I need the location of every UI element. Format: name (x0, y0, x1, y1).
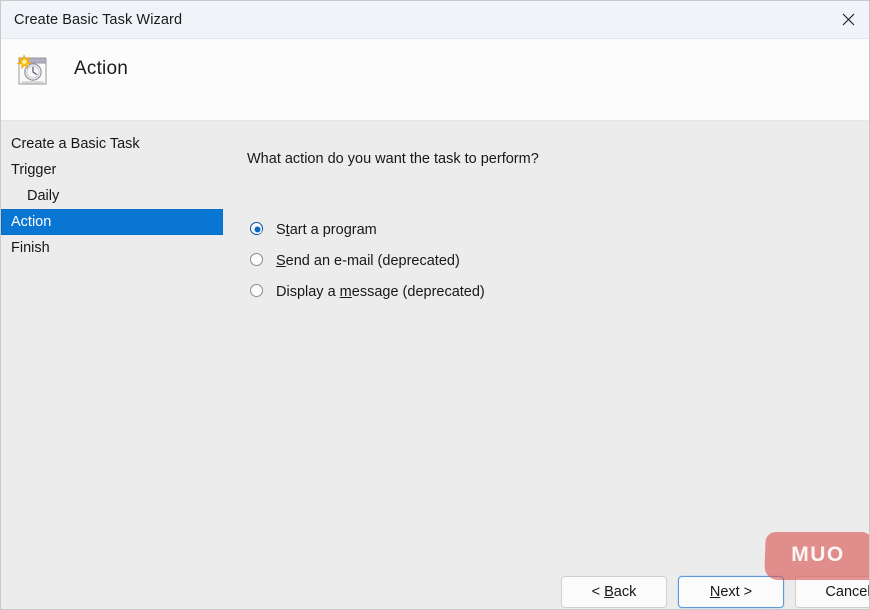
title-bar: Create Basic Task Wizard (1, 1, 870, 39)
radio-start-a-program[interactable]: Start a program (250, 214, 770, 245)
radio-label: Display a message (deprecated) (276, 284, 485, 300)
radio-send-an-email[interactable]: Send an e-mail (deprecated) (250, 245, 770, 276)
cancel-button[interactable]: Cancel (795, 576, 870, 608)
cancel-button-label: Cancel (825, 584, 870, 600)
sidebar-item-label: Trigger (11, 162, 56, 178)
sidebar-item-label: Daily (27, 188, 59, 204)
sidebar-item-create-a-basic-task[interactable]: Create a Basic Task (1, 131, 225, 157)
wizard-header: Action (1, 39, 870, 121)
wizard-body: Create a Basic Task Trigger Daily Action… (1, 122, 870, 610)
question-label: What action do you want the task to perf… (247, 151, 539, 167)
window-title: Create Basic Task Wizard (14, 12, 182, 28)
sidebar-item-trigger[interactable]: Trigger (1, 157, 225, 183)
radio-display-a-message[interactable]: Display a message (deprecated) (250, 276, 770, 307)
radio-indicator-icon (250, 284, 265, 299)
close-icon[interactable] (825, 1, 870, 38)
radio-label: Send an e-mail (deprecated) (276, 253, 460, 269)
sidebar-item-action[interactable]: Action (1, 209, 223, 235)
radio-label: Start a program (276, 222, 377, 238)
sidebar-item-finish[interactable]: Finish (1, 235, 225, 261)
radio-indicator-icon (250, 253, 265, 268)
next-button[interactable]: Next > (678, 576, 784, 608)
sidebar-item-label: Create a Basic Task (11, 136, 140, 152)
wizard-step-list: Create a Basic Task Trigger Daily Action… (1, 131, 225, 261)
page-title: Action (74, 58, 128, 80)
next-button-label: Next > (710, 584, 752, 600)
sidebar-item-daily[interactable]: Daily (1, 183, 225, 209)
task-scheduler-icon (13, 51, 53, 91)
back-button[interactable]: < Back (561, 576, 667, 608)
wizard-window: Create Basic Task Wizard Actio (0, 0, 870, 610)
back-button-label: < Back (592, 584, 637, 600)
sidebar-item-label: Finish (11, 240, 50, 256)
radio-indicator-icon (250, 222, 265, 237)
wizard-button-bar: < Back Next > Cancel (1, 576, 870, 610)
sidebar-item-label: Action (11, 214, 51, 230)
action-radio-group: Start a program Send an e-mail (deprecat… (250, 214, 770, 307)
